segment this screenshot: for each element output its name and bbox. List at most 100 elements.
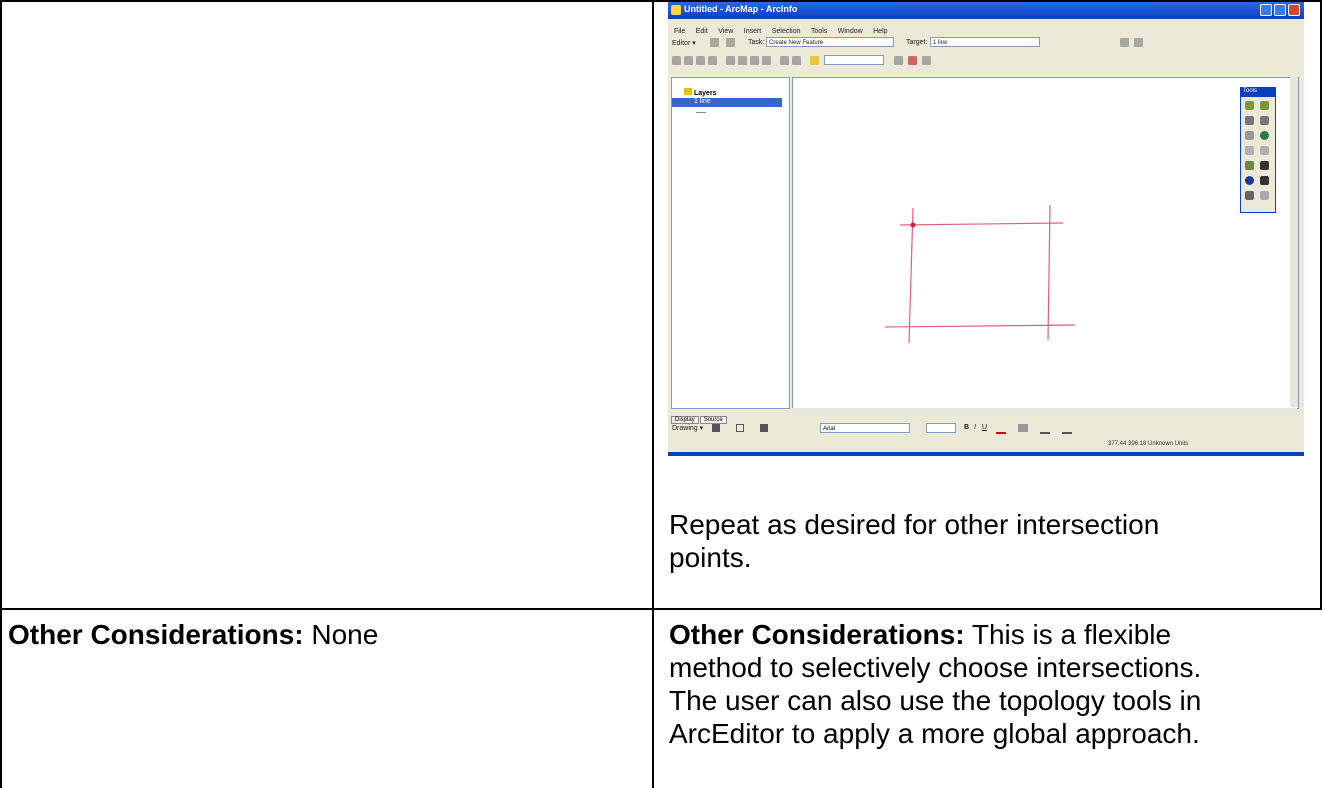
- right-line: [1047, 204, 1051, 341]
- layers-label: Layers: [694, 90, 717, 97]
- right-other-line-1: Other Considerations: This is a flexible: [669, 618, 1201, 651]
- attributes-icon: [1120, 38, 1129, 47]
- layers-node: Layers: [684, 88, 717, 97]
- table-left-border: [0, 0, 2, 788]
- new-icon: [672, 56, 681, 65]
- status-bar: 377.44 396.18 Unknown Units: [668, 438, 1304, 452]
- fixed-zoom-in-icon: [1245, 116, 1254, 125]
- print-icon: [708, 56, 717, 65]
- table-middle-border: [652, 0, 654, 788]
- right-other-considerations: Other Considerations: This is a flexible…: [669, 618, 1201, 750]
- zoom-in-icon: [1245, 101, 1254, 110]
- minimize-icon: [1260, 4, 1272, 16]
- fill-color-icon: [1018, 424, 1028, 432]
- edit-tool-icon: [710, 38, 719, 47]
- sketch-properties-icon: [1134, 38, 1143, 47]
- layer-name: 1 line: [694, 98, 711, 105]
- repeat-line-1: Repeat as desired for other intersection: [669, 509, 1160, 540]
- menu-window: Window: [837, 28, 863, 35]
- map-canvas: [792, 77, 1299, 409]
- redo-icon: [792, 56, 801, 65]
- forward-extent-icon: [1260, 146, 1269, 155]
- map-drawing: [884, 204, 1076, 344]
- line-color-icon: [1040, 424, 1050, 434]
- drawing-menu: Drawing ▾: [672, 425, 704, 432]
- bold-icon: B: [964, 424, 970, 431]
- fixed-zoom-out-icon: [1260, 116, 1269, 125]
- copy-icon: [738, 56, 747, 65]
- task-label: Task:: [748, 39, 765, 46]
- delete-icon: [762, 56, 771, 65]
- repeat-instruction: Repeat as desired for other intersection…: [669, 508, 1159, 574]
- font-combo: Arial: [820, 423, 910, 433]
- identify-icon: [1245, 176, 1254, 185]
- right-other-line-4: ArcEditor to apply a more global approac…: [669, 718, 1200, 749]
- right-other-considerations-label: Other Considerations:: [669, 619, 965, 650]
- toc-tabs: Display Source: [671, 408, 728, 424]
- close-icon: [1288, 4, 1300, 16]
- status-coordinates: 377.44 396.18 Unknown Units: [1108, 441, 1189, 447]
- pan-icon: [1245, 131, 1254, 140]
- taskbar-strip: [668, 452, 1304, 456]
- window-titlebar: Untitled - ArcMap - ArcInfo: [668, 2, 1304, 19]
- text-tool-icon: [760, 424, 768, 432]
- repeat-line-2: points.: [669, 542, 752, 573]
- menu-insert: Insert: [743, 28, 762, 35]
- whats-this-icon: [922, 56, 931, 65]
- arcmap-screenshot: Untitled - ArcMap - ArcInfo File Edit Vi…: [668, 2, 1304, 456]
- zoom-out-icon: [1260, 101, 1269, 110]
- left-line: [908, 207, 914, 344]
- select-features-icon: [1245, 161, 1254, 170]
- editor-toolbar-icon: [894, 56, 903, 65]
- menu-bar: File Edit View Insert Selection Tools Wi…: [668, 20, 1304, 35]
- target-combo: 1 line: [930, 37, 1040, 47]
- rectangle-icon: [736, 424, 744, 432]
- map-horizontal-scrollbar: [792, 408, 1297, 416]
- open-icon: [684, 56, 693, 65]
- font-size-combo: [926, 423, 956, 433]
- right-other-line-2: method to selectively choose intersectio…: [669, 652, 1202, 683]
- paste-icon: [750, 56, 759, 65]
- layer-symbol-line: [696, 112, 706, 113]
- table-right-border: [1320, 0, 1322, 610]
- tools-toolbar-title: Tools: [1241, 88, 1275, 97]
- table-row-divider: [0, 608, 1322, 610]
- back-extent-icon: [1245, 146, 1254, 155]
- menu-view: View: [718, 28, 734, 35]
- save-icon: [696, 56, 705, 65]
- editor-toolbar: Editor ▾ Task: Create New Feature Target…: [668, 35, 1304, 51]
- app-icon: [671, 5, 681, 15]
- find-icon: [1260, 176, 1269, 185]
- bottom-line: [884, 324, 1076, 328]
- italic-icon: I: [974, 424, 976, 431]
- marker-color-icon: [1062, 424, 1072, 434]
- full-extent-icon: [1260, 131, 1269, 140]
- map-vertical-scrollbar: [1290, 77, 1298, 407]
- drawing-toolbar: Drawing ▾ Arial B I U: [668, 420, 1304, 436]
- right-other-line-3: The user can also use the topology tools…: [669, 685, 1202, 716]
- target-label: Target:: [906, 39, 928, 46]
- select-pointer-icon: [712, 424, 720, 432]
- hyperlink-icon: [1260, 191, 1269, 200]
- sketch-tool-icon: [726, 38, 735, 47]
- scale-combo: [824, 55, 884, 65]
- menu-help: Help: [873, 28, 888, 35]
- add-data-icon: [810, 56, 819, 65]
- menu-selection: Selection: [771, 28, 801, 35]
- window-title: Untitled - ArcMap - ArcInfo: [684, 4, 798, 14]
- task-combo: Create New Feature: [766, 37, 894, 47]
- underline-icon: U: [982, 424, 988, 431]
- menu-tools: Tools: [810, 28, 828, 35]
- top-line: [899, 222, 1064, 226]
- cut-icon: [726, 56, 735, 65]
- undo-icon: [780, 56, 789, 65]
- standard-toolbar: [668, 53, 1304, 69]
- font-color-icon: [996, 424, 1006, 434]
- measure-icon: [1245, 191, 1254, 200]
- left-other-considerations-label: Other Considerations:: [8, 619, 304, 650]
- right-other-line-1-rest: This is a flexible: [964, 619, 1172, 650]
- left-other-considerations-value: None: [303, 619, 379, 650]
- select-elements-icon: [1260, 161, 1269, 170]
- arctoolbox-icon: [908, 56, 917, 65]
- menu-edit: Edit: [695, 28, 708, 35]
